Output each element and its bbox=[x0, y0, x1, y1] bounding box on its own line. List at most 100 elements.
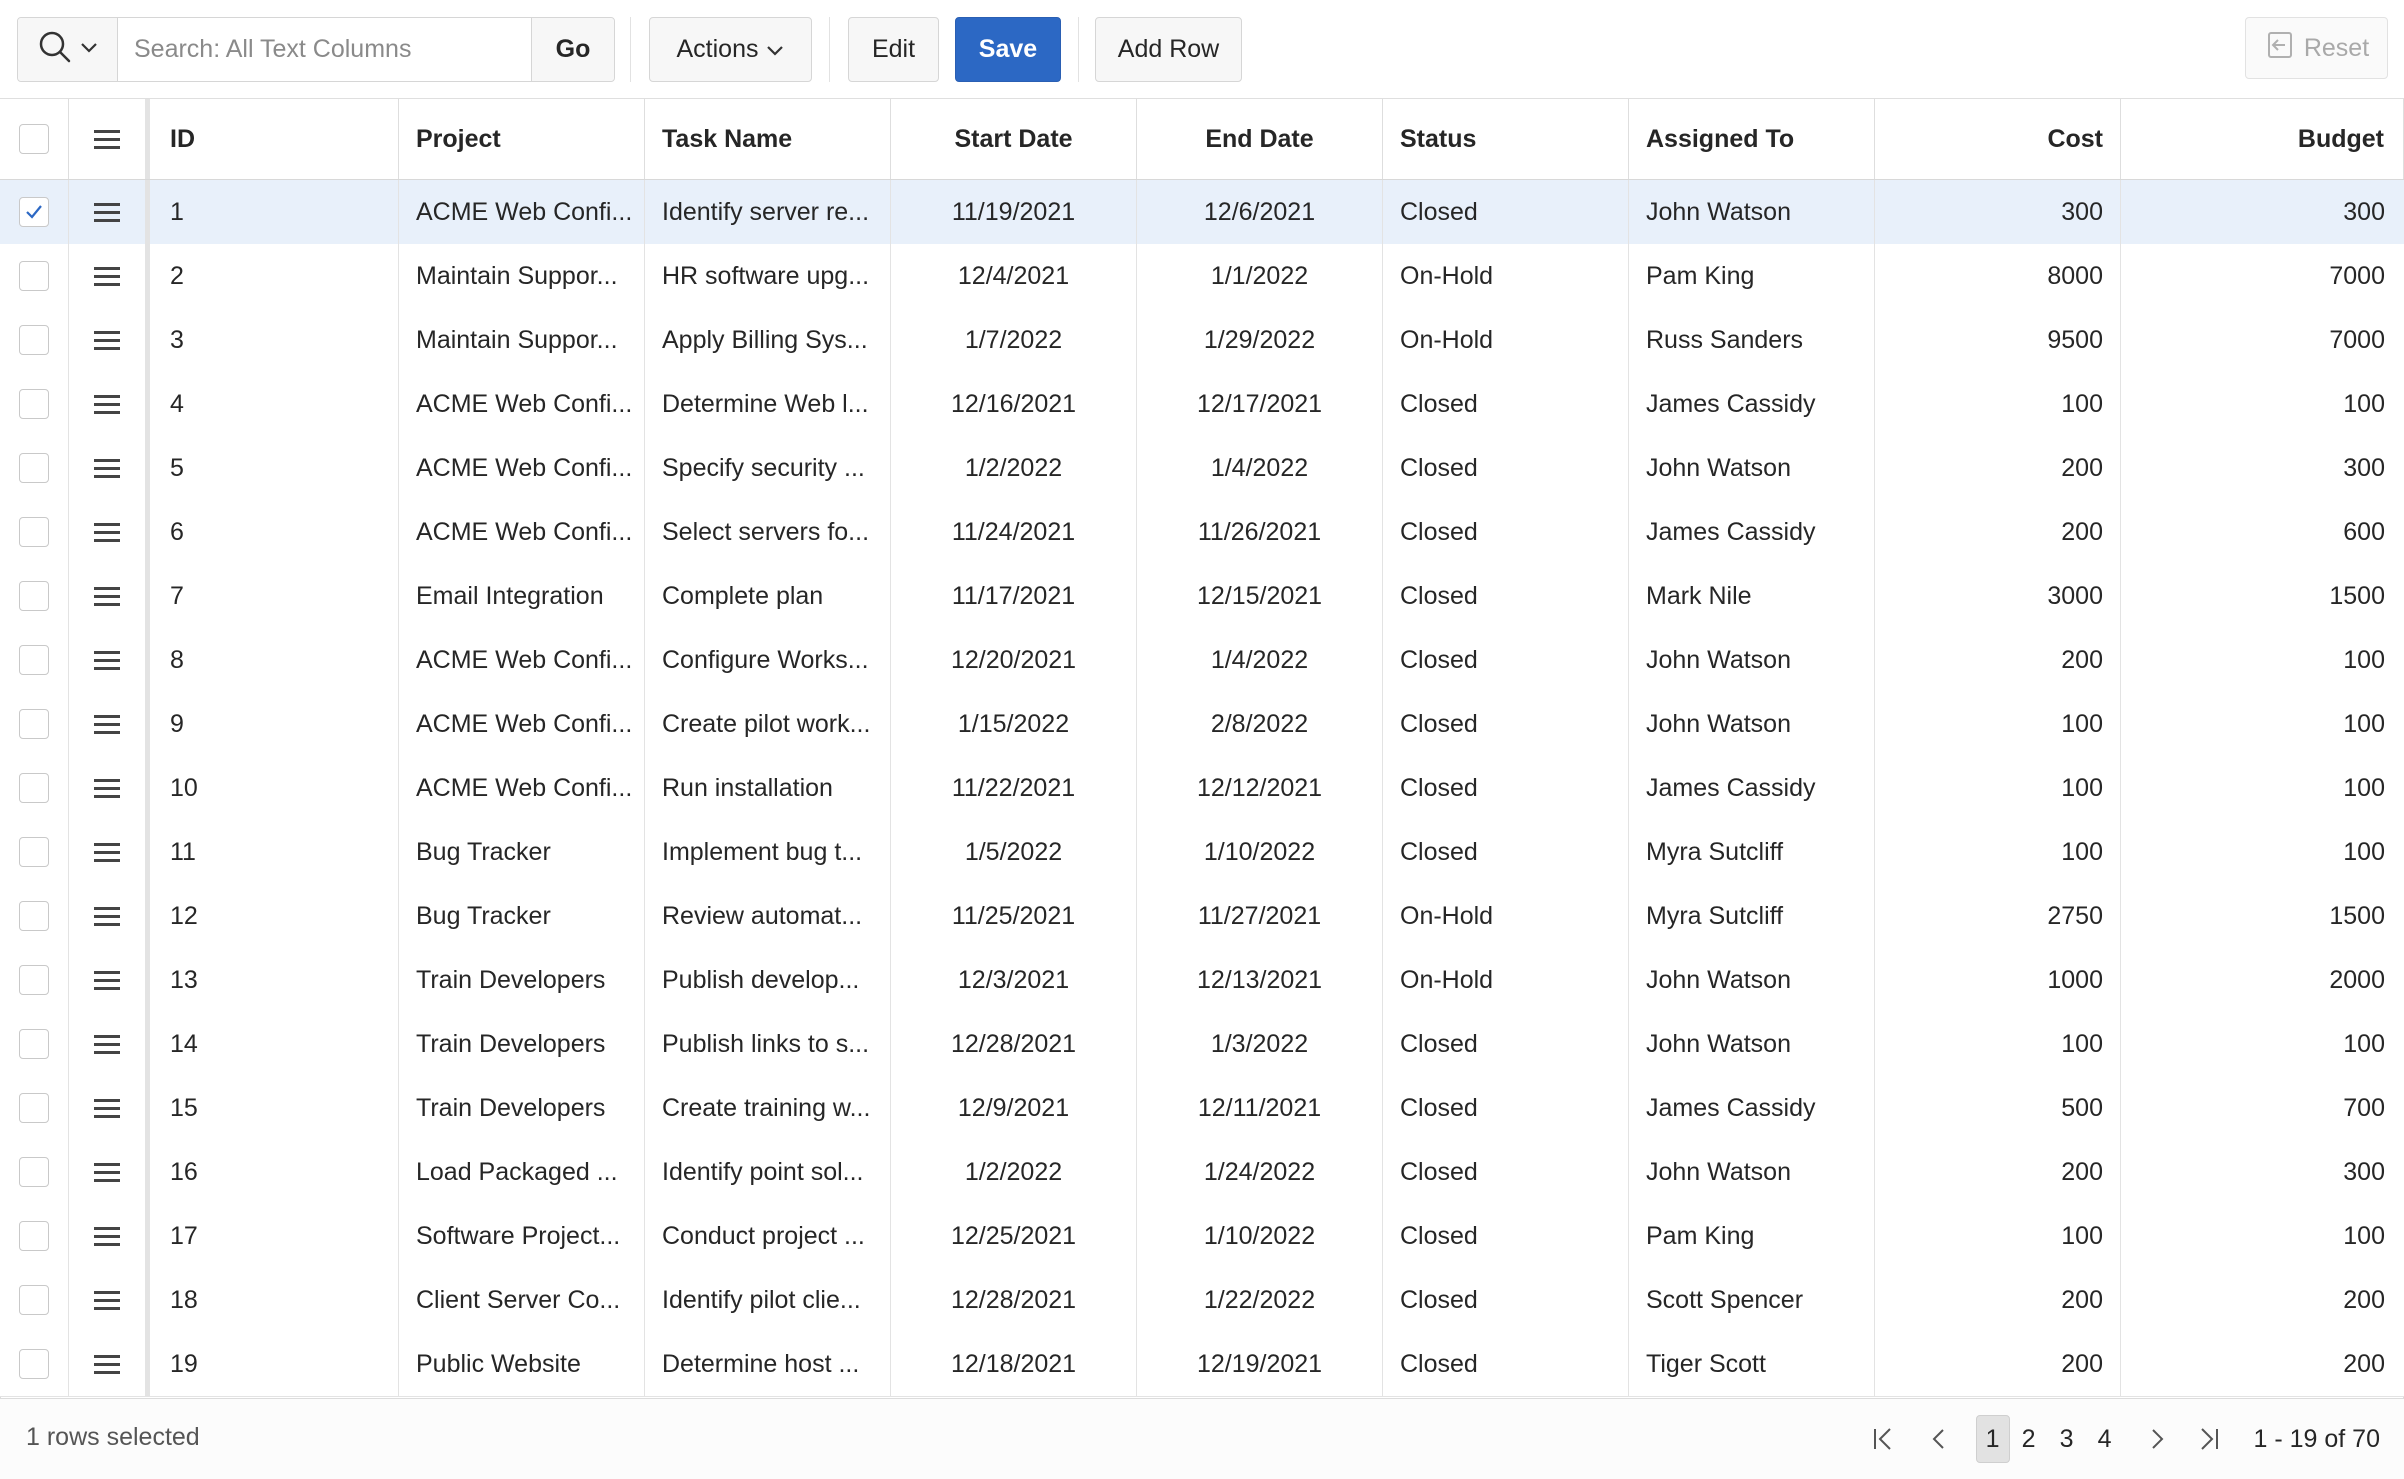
assigned-to-cell[interactable]: Myra Sutcliff bbox=[1629, 884, 1875, 948]
project-cell[interactable]: Train Developers bbox=[399, 1076, 645, 1140]
end-date-cell[interactable]: 1/4/2022 bbox=[1137, 436, 1383, 500]
row-checkbox[interactable] bbox=[19, 1157, 49, 1187]
hamburger-icon[interactable] bbox=[94, 1034, 120, 1054]
row-checkbox[interactable] bbox=[19, 773, 49, 803]
table-row[interactable]: 5 ACME Web Confi... Specify security ... 1/… bbox=[0, 436, 2404, 501]
budget-cell[interactable]: 100 bbox=[2121, 1204, 2404, 1268]
table-row[interactable]: 13 Train Developers Publish develop... 12/3… bbox=[0, 948, 2404, 1013]
project-cell[interactable]: ACME Web Confi... bbox=[399, 180, 645, 244]
table-row[interactable]: 6 ACME Web Confi... Select servers fo... 11… bbox=[0, 500, 2404, 565]
cost-cell[interactable]: 500 bbox=[1875, 1076, 2121, 1140]
budget-cell[interactable]: 300 bbox=[2121, 1140, 2404, 1204]
end-date-cell[interactable]: 11/27/2021 bbox=[1137, 884, 1383, 948]
task-name-cell[interactable]: Configure Works... bbox=[645, 628, 891, 692]
row-checkbox[interactable] bbox=[19, 1285, 49, 1315]
hamburger-icon[interactable] bbox=[94, 266, 120, 286]
status-cell[interactable]: Closed bbox=[1383, 500, 1629, 564]
budget-cell[interactable]: 100 bbox=[2121, 628, 2404, 692]
column-header-budget[interactable]: Budget bbox=[2121, 99, 2404, 179]
table-row[interactable]: 2 Maintain Suppor... HR software upg... 12/… bbox=[0, 244, 2404, 309]
id-cell[interactable]: 10 bbox=[150, 756, 399, 820]
assigned-to-cell[interactable]: James Cassidy bbox=[1629, 756, 1875, 820]
project-cell[interactable]: Maintain Suppor... bbox=[399, 308, 645, 372]
search-input[interactable] bbox=[118, 18, 532, 81]
end-date-cell[interactable]: 1/4/2022 bbox=[1137, 628, 1383, 692]
table-row[interactable]: 14 Train Developers Publish links to s... 1… bbox=[0, 1012, 2404, 1077]
id-cell[interactable]: 5 bbox=[150, 436, 399, 500]
end-date-cell[interactable]: 1/10/2022 bbox=[1137, 820, 1383, 884]
task-name-cell[interactable]: Create pilot work... bbox=[645, 692, 891, 756]
search-column-selector[interactable] bbox=[18, 18, 118, 81]
hamburger-icon[interactable] bbox=[94, 714, 120, 734]
budget-cell[interactable]: 1500 bbox=[2121, 564, 2404, 628]
end-date-cell[interactable]: 11/26/2021 bbox=[1137, 500, 1383, 564]
cost-cell[interactable]: 200 bbox=[1875, 1332, 2121, 1396]
end-date-cell[interactable]: 1/10/2022 bbox=[1137, 1204, 1383, 1268]
hamburger-icon[interactable] bbox=[94, 1162, 120, 1182]
task-name-cell[interactable]: Complete plan bbox=[645, 564, 891, 628]
start-date-cell[interactable]: 11/24/2021 bbox=[891, 500, 1137, 564]
assigned-to-cell[interactable]: Mark Nile bbox=[1629, 564, 1875, 628]
budget-cell[interactable]: 100 bbox=[2121, 692, 2404, 756]
budget-cell[interactable]: 2000 bbox=[2121, 948, 2404, 1012]
page-4[interactable]: 4 bbox=[2086, 1416, 2124, 1462]
task-name-cell[interactable]: Conduct project ... bbox=[645, 1204, 891, 1268]
start-date-cell[interactable]: 11/17/2021 bbox=[891, 564, 1137, 628]
table-row[interactable]: 4 ACME Web Confi... Determine Web l... 12/1… bbox=[0, 372, 2404, 437]
project-cell[interactable]: Bug Tracker bbox=[399, 884, 645, 948]
hamburger-icon[interactable] bbox=[94, 202, 120, 222]
end-date-cell[interactable]: 12/15/2021 bbox=[1137, 564, 1383, 628]
end-date-cell[interactable]: 1/29/2022 bbox=[1137, 308, 1383, 372]
id-cell[interactable]: 13 bbox=[150, 948, 399, 1012]
project-cell[interactable]: Maintain Suppor... bbox=[399, 244, 645, 308]
hamburger-icon[interactable] bbox=[94, 1098, 120, 1118]
status-cell[interactable]: Closed bbox=[1383, 1012, 1629, 1076]
end-date-cell[interactable]: 12/17/2021 bbox=[1137, 372, 1383, 436]
budget-cell[interactable]: 100 bbox=[2121, 372, 2404, 436]
task-name-cell[interactable]: Run installation bbox=[645, 756, 891, 820]
hamburger-icon[interactable] bbox=[94, 1290, 120, 1310]
actions-menu-button[interactable]: Actions bbox=[649, 17, 812, 82]
start-date-cell[interactable]: 12/3/2021 bbox=[891, 948, 1137, 1012]
start-date-cell[interactable]: 12/16/2021 bbox=[891, 372, 1137, 436]
start-date-cell[interactable]: 1/7/2022 bbox=[891, 308, 1137, 372]
cost-cell[interactable]: 100 bbox=[1875, 756, 2121, 820]
start-date-cell[interactable]: 12/28/2021 bbox=[891, 1012, 1137, 1076]
id-cell[interactable]: 1 bbox=[150, 180, 399, 244]
budget-cell[interactable]: 100 bbox=[2121, 756, 2404, 820]
column-header-assigned-to[interactable]: Assigned To bbox=[1629, 99, 1875, 179]
table-row[interactable]: 12 Bug Tracker Review automat... 11/25/2021… bbox=[0, 884, 2404, 949]
start-date-cell[interactable]: 1/5/2022 bbox=[891, 820, 1137, 884]
add-row-button[interactable]: Add Row bbox=[1095, 17, 1242, 82]
status-cell[interactable]: On-Hold bbox=[1383, 244, 1629, 308]
status-cell[interactable]: Closed bbox=[1383, 1332, 1629, 1396]
hamburger-icon[interactable] bbox=[94, 650, 120, 670]
start-date-cell[interactable]: 12/9/2021 bbox=[891, 1076, 1137, 1140]
row-checkbox[interactable] bbox=[19, 1221, 49, 1251]
cost-cell[interactable]: 100 bbox=[1875, 1012, 2121, 1076]
table-row[interactable]: 16 Load Packaged ... Identify point sol...… bbox=[0, 1140, 2404, 1205]
end-date-cell[interactable]: 1/3/2022 bbox=[1137, 1012, 1383, 1076]
hamburger-icon[interactable] bbox=[94, 1226, 120, 1246]
cost-cell[interactable]: 100 bbox=[1875, 372, 2121, 436]
table-row[interactable]: 9 ACME Web Confi... Create pilot work... 1/… bbox=[0, 692, 2404, 757]
id-cell[interactable]: 14 bbox=[150, 1012, 399, 1076]
end-date-cell[interactable]: 12/12/2021 bbox=[1137, 756, 1383, 820]
id-cell[interactable]: 12 bbox=[150, 884, 399, 948]
end-date-cell[interactable]: 2/8/2022 bbox=[1137, 692, 1383, 756]
status-cell[interactable]: Closed bbox=[1383, 180, 1629, 244]
table-row[interactable]: 11 Bug Tracker Implement bug t... 1/5/2022 1… bbox=[0, 820, 2404, 885]
row-checkbox[interactable] bbox=[19, 453, 49, 483]
cost-cell[interactable]: 8000 bbox=[1875, 244, 2121, 308]
page-3[interactable]: 3 bbox=[2048, 1416, 2086, 1462]
status-cell[interactable]: Closed bbox=[1383, 1076, 1629, 1140]
task-name-cell[interactable]: Determine host ... bbox=[645, 1332, 891, 1396]
hamburger-icon[interactable] bbox=[94, 1354, 120, 1374]
cost-cell[interactable]: 200 bbox=[1875, 628, 2121, 692]
cost-cell[interactable]: 1000 bbox=[1875, 948, 2121, 1012]
assigned-to-cell[interactable]: Tiger Scott bbox=[1629, 1332, 1875, 1396]
row-checkbox[interactable] bbox=[19, 517, 49, 547]
start-date-cell[interactable]: 12/20/2021 bbox=[891, 628, 1137, 692]
hamburger-icon[interactable] bbox=[94, 842, 120, 862]
next-page-icon[interactable] bbox=[2134, 1416, 2180, 1462]
